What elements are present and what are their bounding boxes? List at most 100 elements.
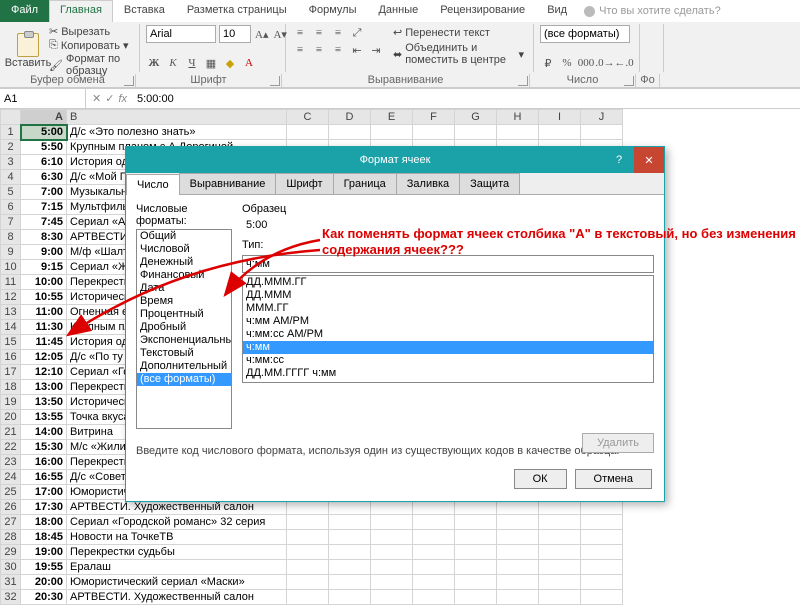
cell[interactable] [497, 575, 539, 590]
type-item[interactable]: ДД.ММ.ГГГГ ч:мм [243, 367, 653, 380]
category-item[interactable]: Время [137, 295, 231, 308]
cell[interactable] [455, 560, 497, 575]
align-top[interactable]: ≡ [292, 25, 308, 41]
cell[interactable]: 6:10 [21, 155, 67, 170]
cell[interactable] [581, 560, 623, 575]
col-header-I[interactable]: I [539, 110, 581, 125]
cell[interactable]: 16:55 [21, 470, 67, 485]
row-header[interactable]: 2 [1, 140, 21, 155]
cell[interactable] [581, 530, 623, 545]
type-item[interactable]: МММ.ГГ [243, 302, 653, 315]
cell[interactable]: 13:50 [21, 395, 67, 410]
tab-insert[interactable]: Вставка [113, 0, 176, 22]
row-header[interactable]: 28 [1, 530, 21, 545]
cell[interactable]: 5:50 [21, 140, 67, 155]
row-header[interactable]: 31 [1, 575, 21, 590]
cell[interactable]: 16:00 [21, 455, 67, 470]
currency-button[interactable]: ₽ [540, 55, 556, 71]
cell[interactable] [413, 560, 455, 575]
fx-icon[interactable]: fx [118, 93, 127, 105]
cell[interactable] [497, 515, 539, 530]
indent-dec[interactable]: ⇤ [349, 42, 365, 58]
cell[interactable] [287, 530, 329, 545]
border-button[interactable]: ▦ [203, 55, 219, 71]
category-item[interactable]: Текстовый [137, 347, 231, 360]
col-header-H[interactable]: H [497, 110, 539, 125]
cell[interactable] [581, 545, 623, 560]
cell[interactable] [581, 125, 623, 140]
cell[interactable] [539, 515, 581, 530]
row-header[interactable]: 7 [1, 215, 21, 230]
tell-me[interactable]: Что вы хотите сделать? [584, 0, 721, 22]
align-bottom[interactable]: ≡ [330, 25, 346, 41]
bold-button[interactable]: Ж [146, 55, 162, 71]
category-item[interactable]: Денежный [137, 256, 231, 269]
row-header[interactable]: 21 [1, 425, 21, 440]
row-header[interactable]: 6 [1, 200, 21, 215]
increase-font-button[interactable]: A▴ [254, 26, 269, 42]
cell[interactable] [413, 575, 455, 590]
row-header[interactable]: 16 [1, 350, 21, 365]
category-item[interactable]: (все форматы) [137, 373, 231, 386]
tab-layout[interactable]: Разметка страницы [176, 0, 298, 22]
cell[interactable] [371, 590, 413, 605]
align-left[interactable]: ≡ [292, 42, 308, 58]
category-item[interactable]: Экспоненциальный [137, 334, 231, 347]
cell[interactable]: 13:55 [21, 410, 67, 425]
cell[interactable]: 20:30 [21, 590, 67, 605]
cell[interactable] [455, 575, 497, 590]
cell[interactable] [581, 575, 623, 590]
cell[interactable] [329, 125, 371, 140]
cell[interactable]: 13:00 [21, 380, 67, 395]
comma-button[interactable]: 000 [578, 55, 594, 71]
cell[interactable]: 9:00 [21, 245, 67, 260]
cell[interactable]: Сериал «Городской романс» 32 серия [67, 515, 287, 530]
category-item[interactable]: Дополнительный [137, 360, 231, 373]
percent-button[interactable]: % [559, 55, 575, 71]
dialog-tab[interactable]: Граница [333, 173, 397, 194]
cell[interactable] [413, 515, 455, 530]
align-center[interactable]: ≡ [311, 42, 327, 58]
cell[interactable] [329, 575, 371, 590]
cell[interactable]: 11:00 [21, 305, 67, 320]
select-all-corner[interactable] [1, 110, 21, 125]
cell[interactable] [497, 530, 539, 545]
cancel-edit-icon[interactable]: ✕ [92, 92, 101, 105]
row-header[interactable]: 20 [1, 410, 21, 425]
row-header[interactable]: 8 [1, 230, 21, 245]
cell[interactable]: 10:00 [21, 275, 67, 290]
cell[interactable] [371, 515, 413, 530]
row-header[interactable]: 14 [1, 320, 21, 335]
cell[interactable] [455, 545, 497, 560]
align-middle[interactable]: ≡ [311, 25, 327, 41]
merge-center-button[interactable]: ⬌Объединить и поместить в центре ▾ [390, 41, 527, 67]
cell[interactable] [371, 125, 413, 140]
cell[interactable]: 18:45 [21, 530, 67, 545]
cell[interactable] [497, 560, 539, 575]
cell[interactable] [371, 560, 413, 575]
cell[interactable] [497, 590, 539, 605]
cell[interactable] [371, 530, 413, 545]
type-list[interactable]: ДД.МММ.ГГДД.ММММММ.ГГч:мм AM/PMч:мм:сс A… [242, 275, 654, 383]
cell[interactable] [455, 515, 497, 530]
cell[interactable]: Новости на ТочкеТВ [67, 530, 287, 545]
category-item[interactable]: Финансовый [137, 269, 231, 282]
cell[interactable]: 5:00 [21, 125, 67, 140]
cell[interactable] [455, 125, 497, 140]
cell[interactable] [539, 530, 581, 545]
cell[interactable]: 12:05 [21, 350, 67, 365]
dialog-tab[interactable]: Шрифт [275, 173, 333, 194]
cell[interactable]: 9:15 [21, 260, 67, 275]
cell[interactable]: 12:10 [21, 365, 67, 380]
row-header[interactable]: 11 [1, 275, 21, 290]
cell[interactable]: 8:30 [21, 230, 67, 245]
cell[interactable] [329, 530, 371, 545]
copy-button[interactable]: ⎘Копировать ▾ [49, 39, 133, 52]
cell[interactable] [413, 125, 455, 140]
row-header[interactable]: 13 [1, 305, 21, 320]
row-header[interactable]: 10 [1, 260, 21, 275]
font-select[interactable] [146, 25, 216, 43]
row-header[interactable]: 12 [1, 290, 21, 305]
row-header[interactable]: 26 [1, 500, 21, 515]
cell[interactable]: 7:45 [21, 215, 67, 230]
